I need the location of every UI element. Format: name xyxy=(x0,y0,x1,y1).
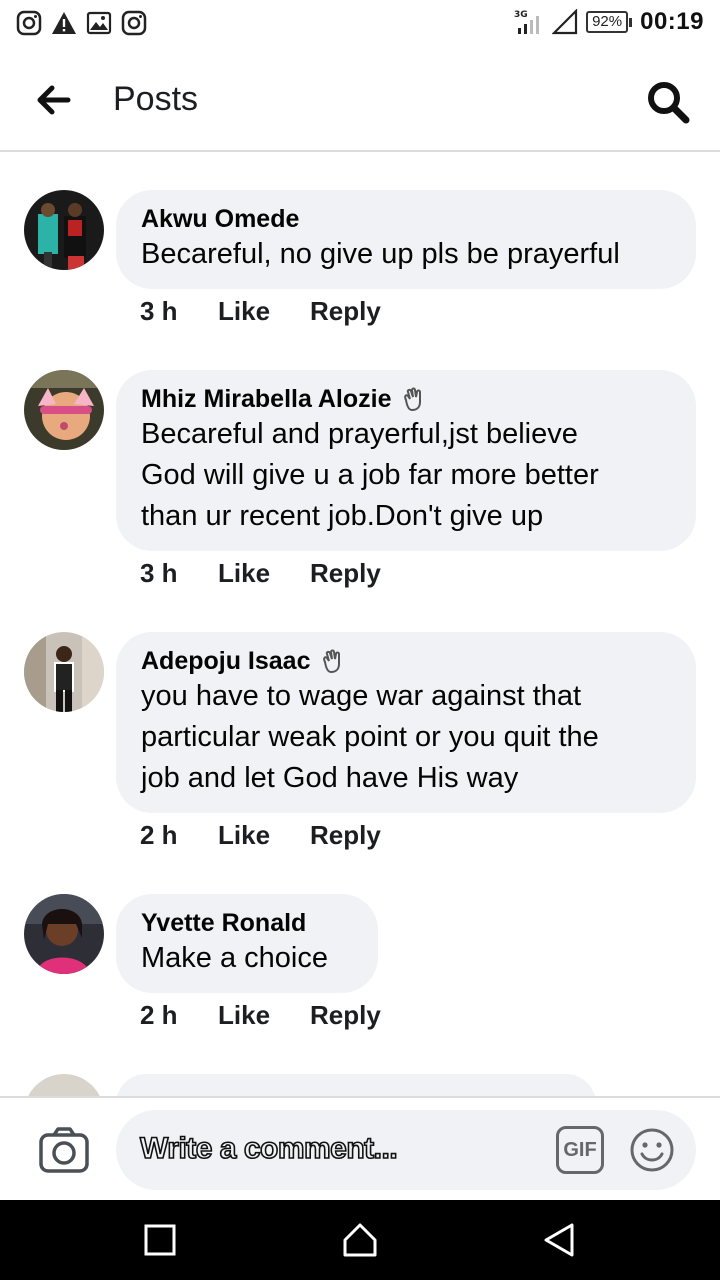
comment-bubble: Adepoju Isaac you have to wage war again… xyxy=(116,632,696,813)
signal-3g-icon: 3G xyxy=(514,10,540,34)
comment-actions: 2 h Like Reply xyxy=(140,820,381,851)
svg-text:3G: 3G xyxy=(514,10,528,20)
avatar[interactable] xyxy=(24,632,104,712)
comment-author[interactable]: Mhiz Mirabella Alozie xyxy=(141,384,666,414)
instagram-icon xyxy=(16,10,42,36)
reply-button[interactable]: Reply xyxy=(310,1000,381,1031)
comment-input-placeholder: Write a comment... xyxy=(139,1131,398,1166)
comment-text: you have to wage war against that partic… xyxy=(141,680,599,794)
comment-composer: Write a comment... GIF xyxy=(0,1096,720,1200)
comment-bubble: Akwu Omede Becareful, no give up pls be … xyxy=(116,190,696,289)
reply-button[interactable]: Reply xyxy=(310,820,381,851)
reply-button[interactable]: Reply xyxy=(310,558,381,589)
comment-time: 3 h xyxy=(140,558,178,588)
comment-author[interactable]: Adepoju Isaac xyxy=(141,646,666,676)
comment-author[interactable]: Yvette Ronald xyxy=(141,908,348,938)
avatar[interactable] xyxy=(24,894,104,974)
comment-time: 2 h xyxy=(140,820,178,850)
page-title: Posts xyxy=(113,80,199,118)
comment-time: 3 h xyxy=(140,296,178,326)
clock: 00:19 xyxy=(640,8,704,35)
comment-time: 2 h xyxy=(140,1000,178,1030)
gif-button[interactable]: GIF xyxy=(556,1126,604,1174)
status-bar: 3G 92% 00:19 xyxy=(0,0,720,50)
comment-text: Becareful and prayerful,jst believe God … xyxy=(141,418,599,532)
comment-bubble: Mhiz Mirabella Alozie Becareful and pray… xyxy=(116,370,696,551)
image-icon xyxy=(86,11,112,35)
home-icon[interactable] xyxy=(340,1220,380,1260)
comment-bubble: Yvette Ronald Make a choice xyxy=(116,894,378,993)
smiley-icon[interactable] xyxy=(628,1126,676,1174)
camera-icon[interactable] xyxy=(38,1126,90,1174)
comment-text: Make a choice xyxy=(141,942,328,974)
comment-bubble xyxy=(116,1074,596,1096)
comment-actions: 3 h Like Reply xyxy=(140,558,381,589)
comment-text: Becareful, no give up pls be prayerful xyxy=(141,238,620,270)
system-nav-bar xyxy=(0,1200,720,1280)
avatar[interactable] xyxy=(24,1074,104,1096)
comment-item-partial xyxy=(0,1074,720,1096)
like-button[interactable]: Like xyxy=(218,1000,310,1031)
like-button[interactable]: Like xyxy=(218,558,310,589)
comment-author[interactable]: Akwu Omede xyxy=(141,204,666,234)
waving-hand-icon xyxy=(403,387,421,412)
warning-icon xyxy=(52,12,76,34)
comment-actions: 2 h Like Reply xyxy=(140,1000,381,1031)
avatar[interactable] xyxy=(24,370,104,450)
like-button[interactable]: Like xyxy=(218,820,310,851)
recent-apps-icon[interactable] xyxy=(140,1220,180,1260)
comment-actions: 3 h Like Reply xyxy=(140,296,381,327)
waving-hand-icon xyxy=(322,649,340,674)
reply-button[interactable]: Reply xyxy=(310,296,381,327)
back-triangle-icon[interactable] xyxy=(540,1220,580,1260)
comment-input[interactable]: Write a comment... GIF xyxy=(116,1110,696,1190)
search-icon[interactable] xyxy=(644,78,692,126)
cell-signal-icon xyxy=(552,9,578,35)
back-arrow-icon[interactable] xyxy=(30,80,80,120)
like-button[interactable]: Like xyxy=(218,296,310,327)
battery-level: 92% xyxy=(586,11,629,33)
app-bar: Posts xyxy=(0,50,720,152)
avatar[interactable] xyxy=(24,190,104,270)
instagram-icon xyxy=(121,10,147,36)
battery-indicator: 92% xyxy=(586,11,633,33)
